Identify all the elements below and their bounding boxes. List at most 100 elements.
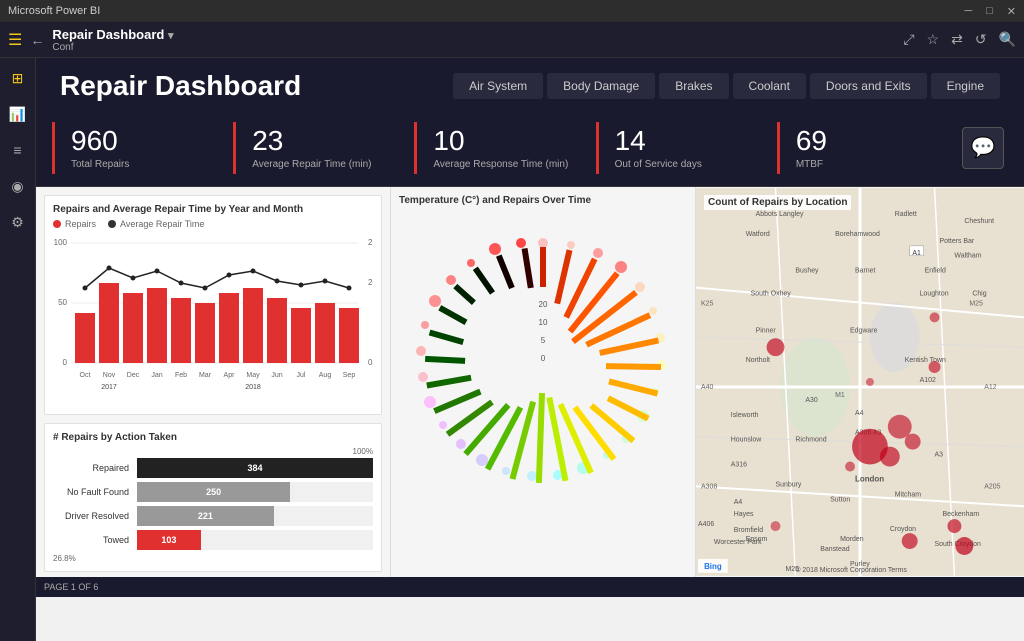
- tab-engine[interactable]: Engine: [931, 73, 1000, 99]
- svg-text:Radlett: Radlett: [895, 211, 917, 218]
- chat-icon: 💬: [971, 135, 996, 160]
- sidebar-icon-chart[interactable]: 📊: [6, 102, 30, 126]
- svg-text:100: 100: [54, 238, 68, 247]
- chat-button[interactable]: 💬: [962, 127, 1004, 169]
- svg-text:Chig: Chig: [972, 290, 986, 297]
- svg-text:London: London: [855, 474, 884, 483]
- svg-text:A4: A4: [734, 499, 743, 506]
- svg-text:Borehamwood: Borehamwood: [835, 231, 880, 238]
- svg-text:Loughton: Loughton: [920, 290, 949, 297]
- svg-text:© 2018 Microsoft Corporation: © 2018 Microsoft Corporation Terms: [795, 566, 907, 574]
- chart-right-panel: Count of Repairs by Location: [696, 187, 1024, 577]
- legend-dot-avg: [108, 220, 116, 228]
- action-bar-nofault: 250: [137, 482, 290, 502]
- tab-body-damage[interactable]: Body Damage: [547, 73, 655, 99]
- kpi-value-0: 960: [71, 126, 217, 157]
- app-title: Repair Dashboard ▾: [52, 27, 895, 42]
- chart-center-panel: Temperature (C°) and Repairs Over Time: [391, 187, 696, 577]
- kpi-avg-response: 10 Average Response Time (min): [414, 122, 595, 174]
- svg-text:A3: A3: [935, 451, 944, 458]
- svg-text:M25: M25: [969, 300, 983, 307]
- chart-left-panel: Repairs and Average Repair Time by Year …: [36, 187, 391, 577]
- app-title-group: Repair Dashboard ▾ Conf: [52, 27, 895, 53]
- legend-repairs: Repairs: [53, 219, 96, 229]
- share-icon[interactable]: ⇄: [951, 31, 963, 48]
- kpi-value-3: 14: [615, 126, 761, 157]
- sidebar-icon-format[interactable]: ⚙: [6, 210, 30, 234]
- dashboard-header: Repair Dashboard Air System Body Damage …: [36, 58, 1024, 114]
- action-bar-container-driver: 221: [137, 506, 373, 526]
- radial-chart-container: 20 10 5 0: [399, 210, 687, 520]
- svg-text:Oct: Oct: [80, 372, 91, 379]
- sidebar-icon-home[interactable]: ⊞: [6, 66, 30, 90]
- svg-text:A205: A205: [984, 483, 1000, 490]
- back-icon[interactable]: ←: [30, 32, 44, 48]
- bar-chart-svg: 100 50 0 25 20 0: [53, 233, 373, 393]
- svg-text:Mar: Mar: [199, 372, 212, 379]
- tab-doors-exits[interactable]: Doors and Exits: [810, 73, 927, 99]
- svg-text:50: 50: [58, 298, 67, 307]
- sidebar: ⊞ 📊 ≡ ◉ ⚙: [0, 58, 36, 641]
- kpi-row: 960 Total Repairs 23 Average Repair Time…: [36, 114, 1024, 187]
- page-bar: PAGE 1 OF 6: [36, 577, 1024, 597]
- action-row-repaired: Repaired 384: [53, 458, 373, 478]
- svg-text:Watford: Watford: [746, 231, 770, 238]
- layout: ⊞ 📊 ≡ ◉ ⚙ Repair Dashboard Air System Bo…: [0, 58, 1024, 641]
- svg-text:Aug: Aug: [319, 372, 332, 379]
- action-bar-container-towed: 103: [137, 530, 373, 550]
- svg-text:0: 0: [541, 354, 546, 363]
- svg-text:Sutton: Sutton: [830, 496, 850, 503]
- action-row-driver: Driver Resolved 221: [53, 506, 373, 526]
- svg-text:25: 25: [368, 238, 373, 247]
- app-bar: ☰ ← Repair Dashboard ▾ Conf ⤢ ☆ ⇄ ↺ 🔍: [0, 22, 1024, 58]
- svg-text:Nov: Nov: [103, 372, 116, 379]
- kpi-value-2: 10: [433, 126, 579, 157]
- svg-text:K25: K25: [701, 300, 713, 307]
- svg-text:Mitcham: Mitcham: [895, 491, 921, 498]
- kpi-mtbf: 69 MTBF: [777, 122, 958, 174]
- legend-label-repairs: Repairs: [65, 219, 96, 229]
- svg-text:20: 20: [539, 300, 548, 309]
- close-button[interactable]: ✕: [1007, 5, 1016, 18]
- hundred-pct-label: 100%: [53, 447, 373, 456]
- svg-text:Feb: Feb: [175, 372, 187, 379]
- svg-text:Potters Bar: Potters Bar: [940, 238, 975, 245]
- svg-text:2017: 2017: [101, 384, 117, 391]
- svg-text:Banstead: Banstead: [820, 546, 849, 553]
- refresh-icon[interactable]: ↺: [975, 31, 987, 48]
- kpi-out-of-service: 14 Out of Service days: [596, 122, 777, 174]
- maximize-button[interactable]: □: [986, 5, 993, 17]
- bookmark-icon[interactable]: ☆: [927, 31, 940, 48]
- svg-text:Jun: Jun: [271, 372, 282, 379]
- action-label-driver: Driver Resolved: [53, 511, 133, 521]
- dashboard-title: Repair Dashboard: [60, 70, 437, 102]
- kpi-value-1: 23: [252, 126, 398, 157]
- svg-text:Sunbury: Sunbury: [776, 481, 802, 488]
- tab-brakes[interactable]: Brakes: [659, 73, 728, 99]
- svg-text:Jan: Jan: [151, 372, 162, 379]
- sidebar-icon-table[interactable]: ≡: [6, 138, 30, 162]
- svg-text:May: May: [246, 372, 260, 379]
- minimize-button[interactable]: ─: [964, 5, 972, 17]
- svg-text:Bromfield: Bromfield: [734, 527, 763, 534]
- search-icon[interactable]: 🔍: [999, 31, 1016, 48]
- action-bar-towed: 103: [137, 530, 201, 550]
- action-chart-box: # Repairs by Action Taken 100% Repaired …: [44, 423, 382, 572]
- bar-chart-title: Repairs and Average Repair Time by Year …: [53, 204, 373, 215]
- sidebar-icon-eye[interactable]: ◉: [6, 174, 30, 198]
- tab-air-system[interactable]: Air System: [453, 73, 543, 99]
- svg-text:A102: A102: [920, 377, 936, 384]
- svg-text:Bing: Bing: [704, 562, 722, 571]
- expand-icon[interactable]: ⤢: [903, 31, 914, 48]
- app-subtitle: Conf: [52, 42, 895, 53]
- svg-text:2018: 2018: [245, 384, 261, 391]
- action-row-towed: Towed 103: [53, 530, 373, 550]
- hamburger-icon[interactable]: ☰: [8, 30, 22, 50]
- svg-text:A406: A406: [698, 521, 714, 528]
- tab-coolant[interactable]: Coolant: [733, 73, 806, 99]
- svg-text:Waltham: Waltham: [954, 253, 981, 260]
- svg-text:Sep: Sep: [343, 372, 356, 379]
- map-svg: M25 K25 A40 A308 A12 A205 M1 London Watf…: [696, 187, 1024, 577]
- svg-text:Bushey: Bushey: [795, 267, 819, 274]
- svg-text:A4: A4: [855, 410, 864, 417]
